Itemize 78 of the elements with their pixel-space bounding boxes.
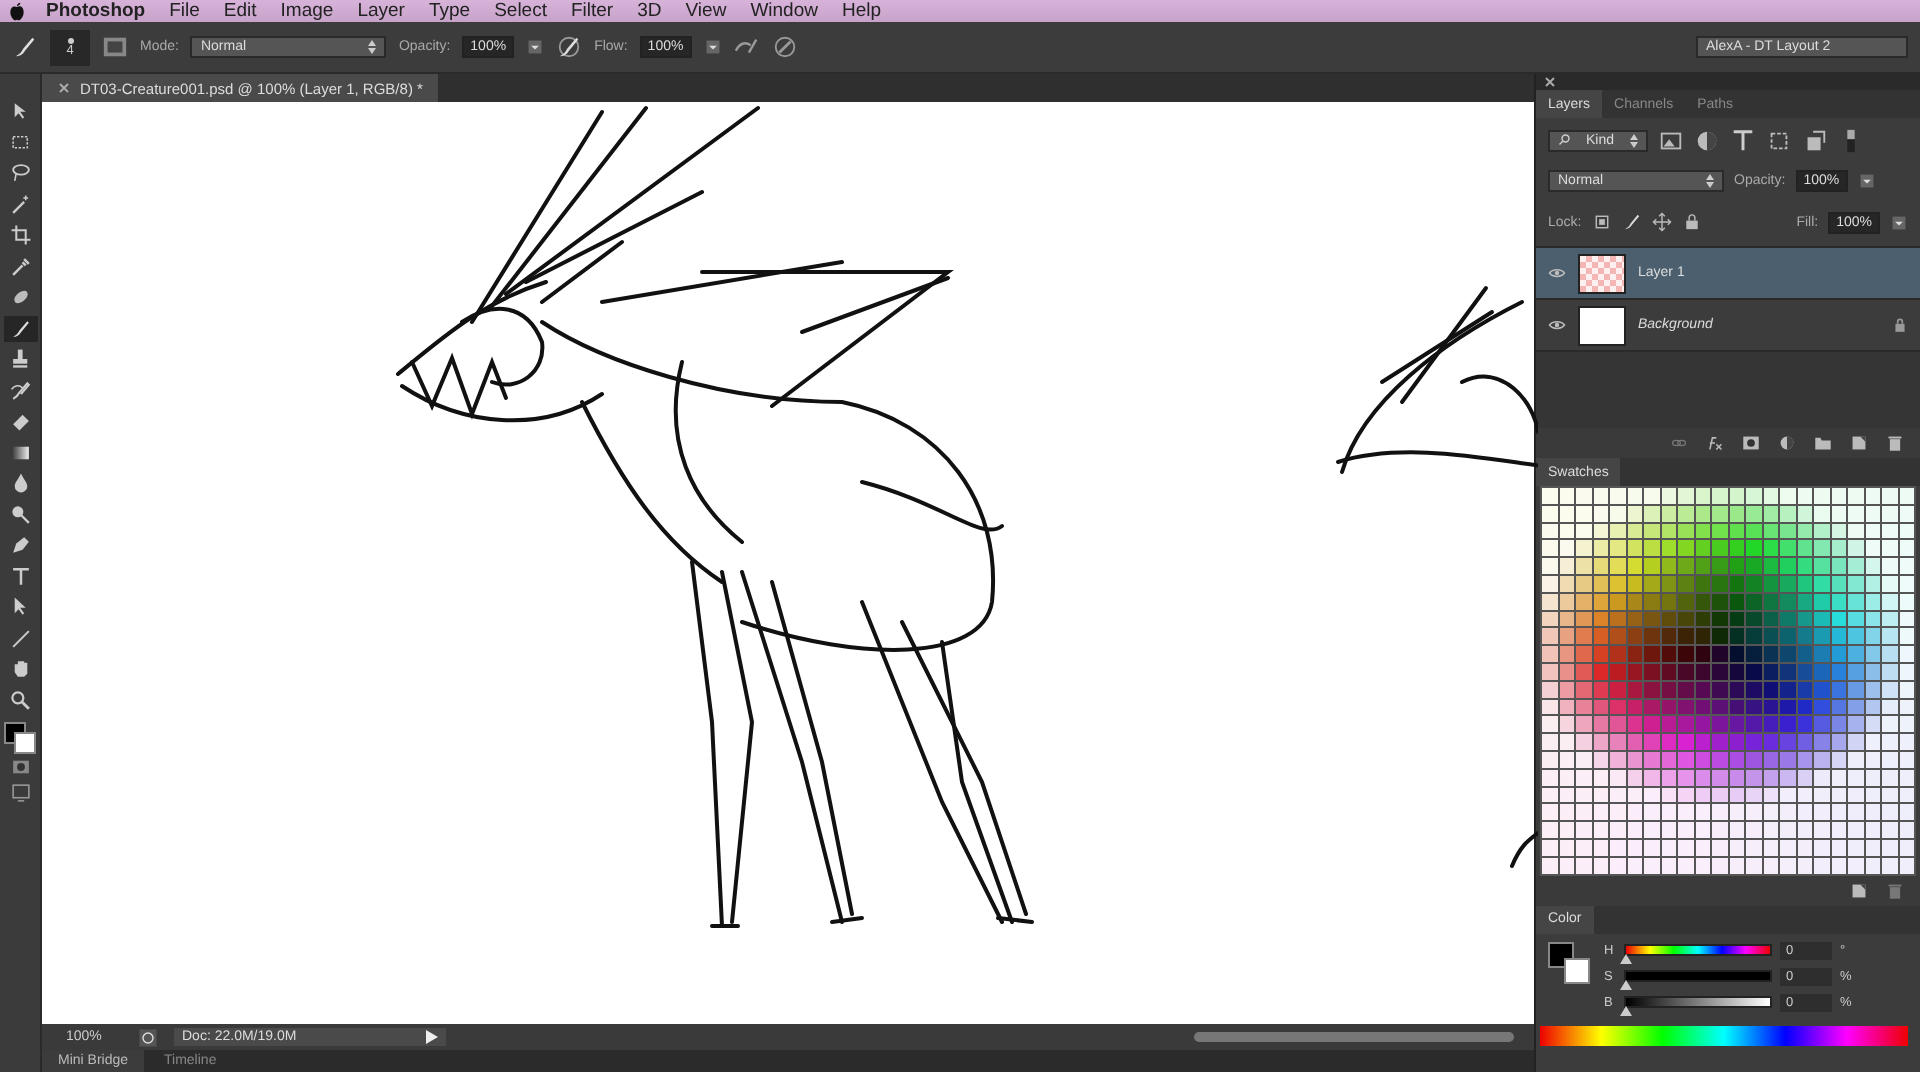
eraser-icon	[9, 410, 31, 432]
brush-panel-icon[interactable]	[102, 34, 128, 60]
menu-item[interactable]: Filter	[570, 0, 638, 22]
up-down-arrows-icon	[1629, 133, 1638, 147]
menu-item[interactable]: Photoshop	[46, 0, 170, 22]
slider-thumb[interactable]	[1620, 1006, 1632, 1017]
lasso-icon	[9, 162, 31, 184]
menu-item[interactable]: File	[169, 0, 224, 22]
search-icon	[1558, 134, 1570, 146]
crop-icon	[9, 224, 31, 246]
drawing-canvas[interactable]	[42, 102, 1534, 1024]
tool-button[interactable]	[3, 315, 37, 341]
blur-icon	[9, 472, 31, 494]
eyedropper-icon	[9, 255, 31, 277]
link-icon[interactable]	[1670, 434, 1688, 452]
menu-item[interactable]: Layer	[357, 0, 429, 22]
apple-logo-icon[interactable]	[8, 1, 26, 21]
lock-icon[interactable]	[1681, 212, 1702, 232]
move-arrows-icon[interactable]	[1651, 212, 1672, 232]
play-arrow-icon[interactable]	[426, 1030, 438, 1044]
foreground-background-color-icon[interactable]	[1548, 941, 1592, 986]
pointer-icon	[9, 596, 31, 618]
type-filter-icon[interactable]	[1730, 127, 1756, 153]
menu-item[interactable]: Type	[428, 0, 495, 22]
lock-pixels-icon[interactable]	[1591, 212, 1612, 232]
up-down-arrows-icon	[368, 40, 377, 54]
pressure-size-icon[interactable]	[771, 34, 798, 60]
layer-thumbnail	[1578, 305, 1626, 345]
wand-icon	[9, 193, 31, 215]
brush-icon[interactable]	[12, 34, 38, 60]
type-icon	[9, 565, 31, 587]
mask-icon[interactable]	[1742, 434, 1760, 452]
new-layer-icon[interactable]	[1850, 434, 1868, 452]
folder-icon[interactable]	[1814, 434, 1832, 452]
color-swatch-grid[interactable]	[1540, 486, 1916, 876]
close-icon[interactable]	[58, 82, 70, 94]
share-icon[interactable]	[138, 1027, 158, 1047]
layer-thumbnail	[1578, 253, 1626, 293]
brush-icon[interactable]	[1621, 212, 1642, 232]
stamp-icon	[9, 348, 31, 370]
brush-icon	[9, 317, 31, 339]
zoom-icon	[9, 689, 31, 711]
quick-mask-icon[interactable]	[9, 755, 31, 777]
trash-icon[interactable]	[1886, 434, 1904, 452]
up-down-arrows-icon	[1706, 173, 1714, 187]
move-icon	[9, 100, 31, 122]
hand-icon	[9, 658, 31, 680]
menu-item[interactable]: Select	[494, 0, 571, 22]
line-icon	[9, 627, 31, 649]
menu-item[interactable]: Window	[750, 0, 842, 22]
menu-item[interactable]: Image	[280, 0, 358, 22]
color-spectrum-ramp[interactable]	[1540, 1025, 1908, 1046]
close-icon[interactable]	[1544, 76, 1556, 88]
marquee-icon	[9, 131, 31, 153]
brush-tip-icon	[67, 37, 73, 43]
image-filter-icon[interactable]	[1658, 127, 1684, 153]
new-swatch-icon[interactable]	[1850, 881, 1868, 900]
horizontal-scrollbar[interactable]	[1194, 1032, 1514, 1042]
pen-icon	[9, 534, 31, 556]
eye-icon[interactable]	[1548, 318, 1566, 332]
gradient-icon	[9, 441, 31, 463]
color-swatches-icon[interactable]	[4, 722, 36, 750]
fx-icon[interactable]	[1706, 434, 1724, 452]
adjustment-icon[interactable]	[1778, 434, 1796, 452]
dodge-icon	[9, 503, 31, 525]
history-icon	[9, 379, 31, 401]
trash-icon[interactable]	[1886, 881, 1904, 900]
shape-filter-icon[interactable]	[1766, 127, 1792, 153]
menu-item[interactable]: Edit	[223, 0, 281, 22]
menu-item[interactable]: 3D	[637, 0, 686, 22]
menu-item[interactable]: Help	[841, 0, 906, 22]
pressure-opacity-icon[interactable]	[556, 34, 583, 60]
smart-object-filter-icon[interactable]	[1802, 127, 1828, 153]
menu-item[interactable]: View	[685, 0, 751, 22]
eye-icon[interactable]	[1548, 266, 1566, 280]
adjustment-filter-icon[interactable]	[1694, 127, 1720, 153]
screen-mode-icon[interactable]	[9, 782, 31, 804]
healing-icon	[9, 286, 31, 308]
